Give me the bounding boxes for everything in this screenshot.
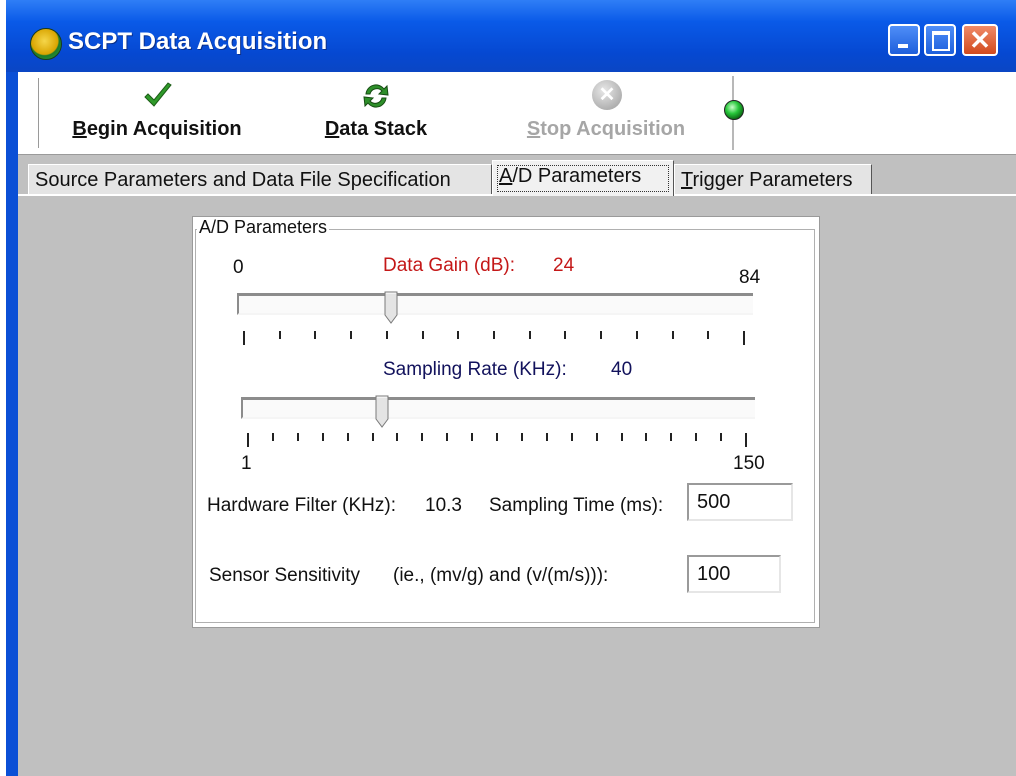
begin-acquisition-button[interactable]: Begin Acquisition bbox=[52, 78, 262, 150]
slider-tick bbox=[243, 331, 245, 345]
slider-tick bbox=[496, 433, 498, 441]
minimize-icon bbox=[898, 44, 908, 48]
slider-tick bbox=[314, 331, 316, 339]
client-area: Begin Acquisition Data Stack ✕ Stop Acqu… bbox=[18, 72, 1016, 776]
sampling-time-label: Sampling Time (ms): bbox=[489, 495, 664, 516]
sensor-sensitivity-label: Sensor Sensitivity bbox=[209, 565, 361, 586]
window-title: SCPT Data Acquisition bbox=[68, 28, 328, 55]
sensor-sensitivity-hint: (ie., (mv/g) and (v/(m/s))): bbox=[393, 565, 609, 586]
rate-max-label: 150 bbox=[733, 453, 765, 474]
slider-tick bbox=[670, 433, 672, 441]
toolbar-grip[interactable] bbox=[34, 78, 39, 148]
slider-tick bbox=[695, 433, 697, 441]
slider-tick bbox=[720, 433, 722, 441]
gain-min-label: 0 bbox=[233, 257, 244, 278]
slider-tick bbox=[297, 433, 299, 441]
slider-tick bbox=[386, 331, 388, 339]
rate-slider-ticks bbox=[247, 433, 747, 447]
slider-tick bbox=[396, 433, 398, 441]
slider-tick bbox=[322, 433, 324, 441]
checkmark-icon bbox=[144, 82, 172, 107]
slider-tick bbox=[645, 433, 647, 441]
slider-tick bbox=[546, 433, 548, 441]
slider-tick bbox=[521, 433, 523, 441]
tab-trigger-parameters[interactable]: Trigger Parameters bbox=[674, 164, 872, 194]
close-icon: ✕ bbox=[969, 25, 991, 55]
slider-tick bbox=[457, 331, 459, 339]
minimize-button[interactable] bbox=[888, 24, 920, 56]
gain-slider-thumb[interactable] bbox=[384, 291, 398, 325]
data-stack-button[interactable]: Data Stack bbox=[306, 78, 446, 150]
sensor-sensitivity-input[interactable] bbox=[687, 555, 781, 593]
slider-tick bbox=[672, 331, 674, 339]
maximize-button[interactable] bbox=[924, 24, 956, 56]
slider-tick bbox=[571, 433, 573, 441]
rate-slider-thumb[interactable] bbox=[375, 395, 389, 429]
sampling-time-input[interactable] bbox=[687, 483, 793, 521]
hardware-filter-value: 10.3 bbox=[425, 495, 462, 516]
slider-tick bbox=[350, 331, 352, 339]
status-led-icon bbox=[724, 100, 744, 120]
toolbar: Begin Acquisition Data Stack ✕ Stop Acqu… bbox=[18, 72, 1016, 155]
ad-parameters-panel: A/D Parameters 0 Data Gain (dB): 24 84 S… bbox=[192, 216, 820, 628]
slider-tick bbox=[745, 433, 747, 447]
title-bar[interactable]: SCPT Data Acquisition ✕ bbox=[6, 0, 1016, 72]
group-title: A/D Parameters bbox=[197, 217, 330, 238]
slider-tick bbox=[372, 433, 374, 441]
slider-tick bbox=[272, 433, 274, 441]
rate-slider-track[interactable] bbox=[241, 397, 755, 419]
slider-tick bbox=[471, 433, 473, 441]
slider-tick bbox=[743, 331, 745, 345]
rate-label: Sampling Rate (KHz): bbox=[383, 359, 567, 380]
stop-icon: ✕ bbox=[592, 80, 622, 110]
gain-label: Data Gain (dB): bbox=[383, 255, 515, 276]
gain-slider-ticks bbox=[243, 331, 745, 345]
rate-value: 40 bbox=[611, 359, 633, 380]
gain-slider-track[interactable] bbox=[237, 293, 753, 315]
gain-max-label: 84 bbox=[739, 267, 761, 288]
slider-tick bbox=[421, 433, 423, 441]
begin-acquisition-label: Begin Acquisition bbox=[72, 118, 242, 140]
slider-tick bbox=[596, 433, 598, 441]
slider-tick bbox=[564, 331, 566, 339]
slider-tick bbox=[636, 331, 638, 339]
tab-source-parameters[interactable]: Source Parameters and Data File Specific… bbox=[28, 164, 492, 194]
slider-tick bbox=[247, 433, 249, 447]
slider-tick bbox=[493, 331, 495, 339]
slider-tick bbox=[422, 331, 424, 339]
slider-tick bbox=[529, 331, 531, 339]
slider-tick bbox=[600, 331, 602, 339]
slider-tick bbox=[621, 433, 623, 441]
data-stack-label: Data Stack bbox=[324, 118, 428, 140]
refresh-icon bbox=[363, 84, 389, 108]
hardware-filter-label: Hardware Filter (KHz): bbox=[207, 495, 396, 516]
app-logo-icon bbox=[30, 28, 62, 60]
stop-acquisition-label: Stop Acquisition bbox=[526, 118, 686, 140]
tab-bar: Source Parameters and Data File Specific… bbox=[18, 158, 1016, 198]
slider-tick bbox=[347, 433, 349, 441]
close-button[interactable]: ✕ bbox=[962, 24, 998, 56]
main-window: SCPT Data Acquisition ✕ Begin Acquisitio… bbox=[6, 0, 1016, 776]
slider-tick bbox=[707, 331, 709, 339]
slider-tick bbox=[446, 433, 448, 441]
gain-value: 24 bbox=[553, 255, 575, 276]
stop-acquisition-button[interactable]: ✕ Stop Acquisition bbox=[506, 78, 706, 150]
rate-min-label: 1 bbox=[241, 453, 252, 474]
slider-tick bbox=[279, 331, 281, 339]
tab-ad-parameters[interactable]: A/D Parameters bbox=[492, 160, 674, 196]
maximize-icon bbox=[932, 31, 950, 51]
